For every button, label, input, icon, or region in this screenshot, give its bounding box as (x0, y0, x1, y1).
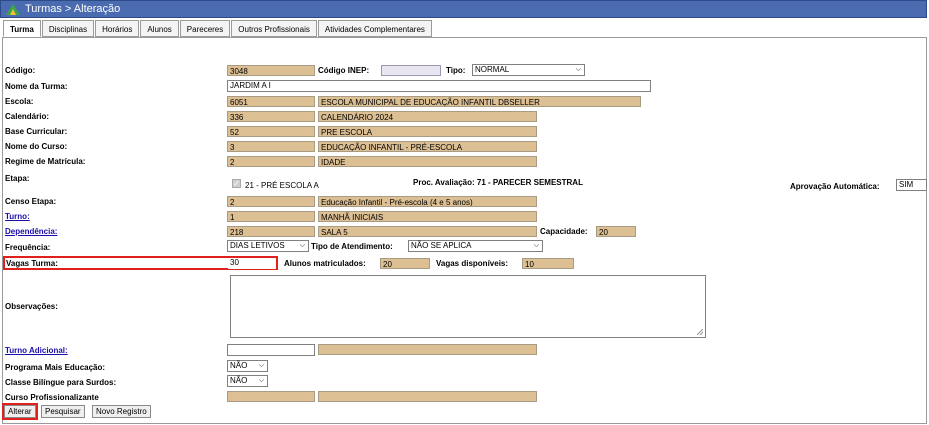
vagas-disponiveis-label: Vagas disponíveis: (436, 259, 509, 268)
regime-matricula-name-field: IDADE (318, 156, 537, 167)
curso-profissionalizante-name-field (318, 391, 537, 402)
tab-disciplinas[interactable]: Disciplinas (41, 20, 95, 37)
base-curricular-name-field: PRE ESCOLA (318, 126, 537, 137)
turno-adicional-link[interactable]: Turno Adicional: (5, 346, 68, 355)
base-curricular-code-field: 52 (227, 126, 315, 137)
programa-mais-educacao-label: Programa Mais Educação: (5, 363, 106, 372)
tab-horarios[interactable]: Horários (95, 20, 140, 37)
codigo-field: 3048 (227, 65, 315, 76)
tipo-label: Tipo: (446, 66, 466, 75)
tab-pareceres[interactable]: Pareceres (179, 20, 231, 37)
tipo-select[interactable]: NORMAL ⌵ (472, 64, 585, 76)
chevron-down-icon: ⌵ (575, 66, 581, 73)
tab-turma[interactable]: Turma (3, 20, 41, 37)
dependencia-name-field: SALA 5 (318, 226, 537, 237)
frequencia-value: DIAS LETIVOS (230, 241, 285, 250)
capacidade-label: Capacidade: (540, 227, 588, 236)
aprovacao-automatica-label: Aprovação Automática: (790, 182, 880, 191)
app-logo-icon (6, 4, 20, 15)
calendario-name-field: CALENDÁRIO 2024 (318, 111, 537, 122)
vagas-turma-label: Vagas Turma: (6, 259, 58, 268)
programa-mais-educacao-select[interactable]: NÃO ⌵ (227, 360, 268, 372)
chevron-down-icon: ⌵ (533, 242, 539, 249)
tipo-value: NORMAL (475, 65, 510, 74)
regime-matricula-code-field: 2 (227, 156, 315, 167)
dependencia-code-field: 218 (227, 226, 315, 237)
turno-adicional-code-input[interactable] (227, 344, 315, 356)
turno-link[interactable]: Turno: (5, 212, 30, 221)
censo-etapa-label: Censo Etapa: (5, 197, 57, 206)
tab-outros-profissionais[interactable]: Outros Profissionais (231, 20, 317, 37)
nome-curso-label: Nome do Curso: (5, 142, 68, 151)
classe-bilingue-label: Classe Bilíngue para Surdos: (5, 378, 117, 387)
etapa-label: Etapa: (5, 174, 30, 183)
proc-avaliacao-text: Proc. Avaliação: 71 - PARECER SEMESTRAL (413, 178, 583, 187)
classe-bilingue-select[interactable]: NÃO ⌵ (227, 375, 268, 387)
tab-alunos[interactable]: Alunos (140, 20, 179, 37)
tipo-atendimento-select[interactable]: NÃO SE APLICA ⌵ (408, 240, 543, 252)
escola-code-field: 6051 (227, 96, 315, 107)
censo-etapa-name-field: Educação Infantil - Pré-escola (4 e 5 an… (318, 196, 537, 207)
observacoes-label: Observações: (5, 302, 58, 311)
novo-registro-button[interactable]: Novo Registro (92, 405, 151, 418)
nome-curso-name-field: EDUCAÇÃO INFANTIL - PRÉ-ESCOLA (318, 141, 537, 152)
resize-grip-icon[interactable] (697, 329, 703, 335)
tipo-atendimento-label: Tipo de Atendimento: (311, 242, 393, 251)
codigo-inep-label: Código INEP: (318, 66, 370, 75)
nome-turma-label: Nome da Turma: (5, 82, 68, 91)
aprovacao-automatica-select[interactable]: SIM (896, 179, 927, 191)
alunos-matriculados-label: Alunos matriculados: (284, 259, 366, 268)
alunos-matriculados-field: 20 (380, 258, 430, 269)
window-titlebar: Turmas > Alteração (0, 0, 927, 18)
turno-adicional-name-field (318, 344, 537, 355)
escola-name-field: ESCOLA MUNICIPAL DE EDUCAÇÃO INFANTIL DB… (318, 96, 641, 107)
vagas-disponiveis-field: 10 (522, 258, 574, 269)
dependencia-link[interactable]: Dependência: (5, 227, 57, 236)
tab-bar: Turma Disciplinas Horários Alunos Parece… (3, 20, 433, 38)
window-title: Turmas > Alteração (25, 3, 121, 15)
observacoes-textarea[interactable] (230, 275, 706, 338)
base-curricular-label: Base Curricular: (5, 127, 68, 136)
pesquisar-button[interactable]: Pesquisar (41, 405, 85, 418)
etapa-checkbox[interactable]: ✓ (232, 179, 241, 188)
chevron-down-icon: ⌵ (299, 242, 305, 249)
classe-bilingue-value: NÃO (230, 376, 248, 385)
chevron-down-icon: ⌵ (258, 377, 264, 384)
vagas-turma-input[interactable]: 30 (228, 258, 276, 269)
turno-code-field: 1 (227, 211, 315, 222)
censo-etapa-code-field: 2 (227, 196, 315, 207)
nome-curso-code-field: 3 (227, 141, 315, 152)
tab-atividades-complementares[interactable]: Atividades Complementares (317, 20, 432, 37)
etapa-value: 21 - PRÉ ESCOLA A (245, 181, 319, 190)
codigo-inep-field (381, 65, 441, 76)
chevron-down-icon: ⌵ (258, 362, 264, 369)
frequencia-label: Frequência: (5, 243, 51, 252)
calendario-label: Calendário: (5, 112, 50, 121)
curso-profissionalizante-code-field (227, 391, 315, 402)
alterar-button[interactable]: Alterar (4, 405, 36, 418)
programa-mais-educacao-value: NÃO (230, 361, 248, 370)
curso-profissionalizante-label: Curso Profissionalizante (5, 393, 99, 402)
proc-avaliacao-value: Proc. Avaliação: 71 - PARECER SEMESTRAL (413, 178, 583, 187)
tipo-atendimento-value: NÃO SE APLICA (411, 241, 472, 250)
codigo-label: Código: (5, 66, 36, 75)
frequencia-select[interactable]: DIAS LETIVOS ⌵ (227, 240, 309, 252)
capacidade-field: 20 (596, 226, 636, 237)
escola-label: Escola: (5, 97, 34, 106)
nome-turma-input[interactable]: JARDIM A I (227, 80, 651, 92)
turno-name-field: MANHÃ INICIAIS (318, 211, 537, 222)
regime-matricula-label: Regime de Matrícula: (5, 157, 86, 166)
calendario-code-field: 336 (227, 111, 315, 122)
